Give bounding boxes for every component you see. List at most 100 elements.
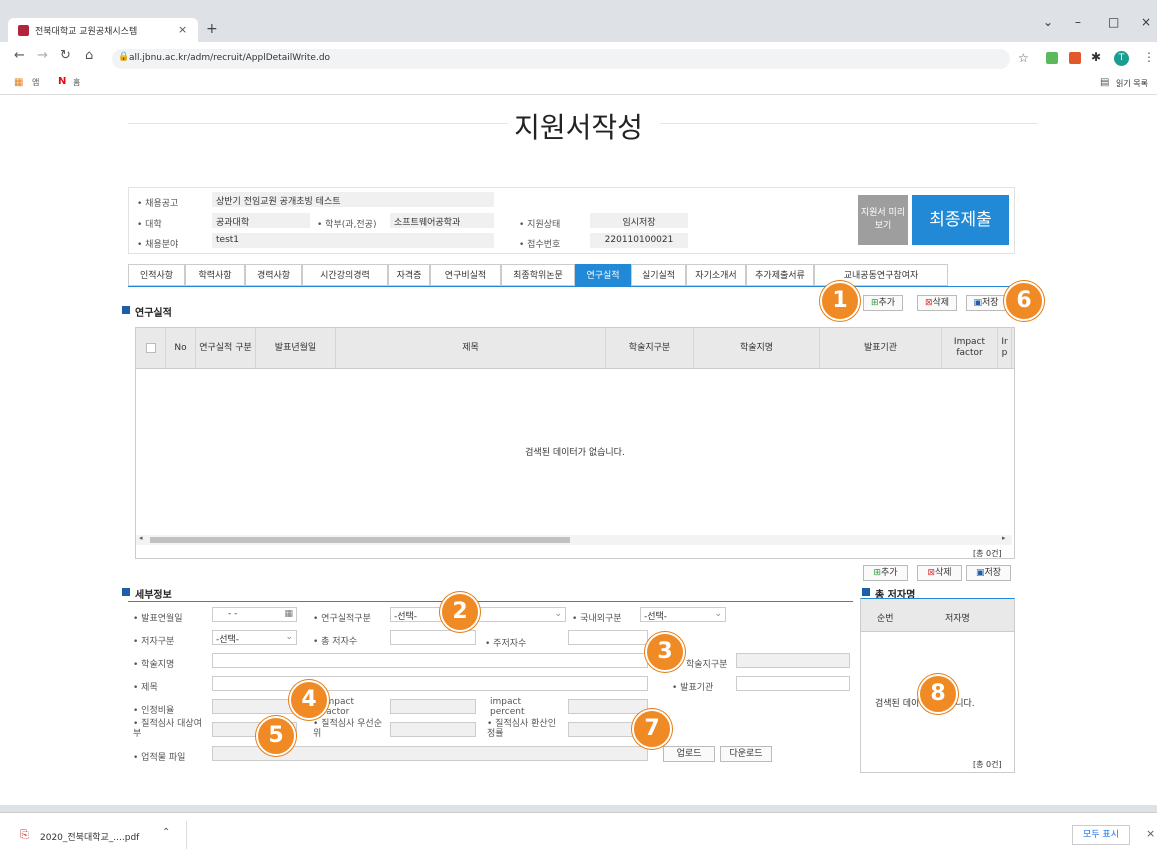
download-divider (186, 821, 187, 849)
callout-badge: 5 (256, 716, 296, 756)
col-order[interactable]: 순번 (877, 611, 894, 624)
final-submit-button[interactable]: 최종제출 (912, 195, 1009, 245)
notice-value: 상반기 전임교원 공개초빙 테스트 (212, 192, 494, 207)
window-close-icon[interactable]: × (1141, 15, 1151, 29)
scroll-right-icon[interactable]: ▸ (1002, 534, 1006, 542)
chevron-down-icon: ⌄ (285, 632, 293, 642)
tab-self-intro[interactable]: 자기소개서 (686, 264, 746, 286)
col-no[interactable]: No (166, 328, 196, 368)
preview-button[interactable]: 지원서 미리보기 (858, 195, 908, 245)
tab-personal[interactable]: 인적사항 (128, 264, 185, 286)
callout-badge: 3 (645, 632, 685, 672)
bookmark-item[interactable]: 홈 (73, 77, 80, 88)
impact-percent-input[interactable] (568, 699, 648, 714)
new-tab-button[interactable]: + (206, 21, 218, 37)
section-square-icon (122, 306, 130, 314)
browser-tabstrip: 전북대학교 교원공채시스템 × + ⌄ – □ × (0, 0, 1157, 42)
extension-icon[interactable] (1069, 52, 1081, 64)
show-all-downloads-button[interactable]: 모두 표시 (1072, 825, 1130, 845)
tab-career[interactable]: 경력사항 (245, 264, 302, 286)
browser-tab[interactable]: 전북대학교 교원공채시스템 × (8, 18, 198, 42)
puzzle-icon[interactable]: ✱ (1091, 50, 1101, 64)
pub-org-input[interactable] (736, 676, 850, 691)
receipt-label: • 접수번호 (519, 240, 561, 250)
title-input[interactable] (212, 676, 648, 691)
calendar-icon[interactable]: ▦ (284, 609, 293, 619)
author-add-button[interactable]: ⊞추가 (863, 565, 908, 581)
grid-horizontal-scrollbar[interactable]: ◂ ▸ (136, 534, 1012, 545)
minimize-icon[interactable]: – (1075, 15, 1081, 29)
ratio-input[interactable] (212, 699, 297, 714)
col-impact-factor[interactable]: Impact factor (942, 328, 998, 368)
author-type-select[interactable]: -선택- ⌄ (212, 630, 297, 645)
col-journal-name[interactable]: 학술지명 (694, 328, 820, 368)
category-label: • 연구실적구분 (313, 614, 371, 624)
research-grid: No 연구실적 구분 발표년월일 제목 학술지구분 학술지명 발표기관 Impa… (135, 327, 1015, 559)
author-delete-button[interactable]: ⊠삭제 (917, 565, 962, 581)
select-all-checkbox[interactable] (136, 328, 166, 368)
col-impact-percent[interactable]: Ir p (998, 328, 1012, 368)
journal-name-input[interactable] (212, 653, 648, 668)
download-bar: ⎘ 2020_전북대학교_....pdf ⌃ 모두 표시 × (0, 812, 1157, 858)
col-category[interactable]: 연구실적 구분 (196, 328, 256, 368)
tab-education[interactable]: 학력사항 (185, 264, 245, 286)
col-author-name[interactable]: 저자명 (945, 611, 970, 624)
tab-grant[interactable]: 연구비실적 (430, 264, 501, 286)
journal-type-input[interactable] (736, 653, 850, 668)
col-pub-org[interactable]: 발표기관 (820, 328, 942, 368)
back-icon[interactable]: ← (14, 48, 25, 63)
extension-icon[interactable] (1046, 52, 1058, 64)
download-file-name[interactable]: 2020_전북대학교_....pdf (40, 830, 139, 843)
tab-license[interactable]: 자격증 (388, 264, 430, 286)
journal-type-label: 학술지구분 (686, 660, 728, 670)
pub-date-input[interactable]: - - ▦ (212, 607, 297, 622)
forward-icon[interactable]: → (37, 48, 48, 63)
tab-search-icon[interactable]: ⌄ (1043, 15, 1053, 29)
download-button[interactable]: 다운로드 (720, 746, 772, 762)
tab-thesis[interactable]: 최종학위논문 (501, 264, 575, 286)
domestic-select[interactable]: -선택- ⌄ (640, 607, 726, 622)
col-journal-type[interactable]: 학술지구분 (606, 328, 694, 368)
status-label: • 지원상태 (519, 220, 561, 230)
tab-additional-docs[interactable]: 추가제출서류 (746, 264, 814, 286)
research-section-title: 연구실적 (135, 308, 172, 319)
upload-button[interactable]: 업로드 (663, 746, 715, 762)
col-pub-date[interactable]: 발표년월일 (256, 328, 336, 368)
pub-date-label: • 발표연월일 (133, 614, 183, 624)
add-icon: ⊞ (873, 568, 881, 578)
research-delete-button[interactable]: ⊠삭제 (917, 295, 957, 311)
reading-list-icon[interactable]: ▤ (1100, 77, 1109, 88)
reload-icon[interactable]: ↻ (60, 48, 71, 63)
tab-lecture[interactable]: 시간강의경력 (302, 264, 388, 286)
maximize-icon[interactable]: □ (1108, 15, 1119, 29)
home-icon[interactable]: ⌂ (85, 48, 93, 63)
research-save-button[interactable]: ▣저장 (966, 295, 1006, 311)
author-save-button[interactable]: ▣저장 (966, 565, 1011, 581)
tab-research[interactable]: 연구실적 (575, 264, 631, 286)
grid-header: No 연구실적 구분 발표년월일 제목 학술지구분 학술지명 발표기관 Impa… (136, 328, 1014, 369)
tab-close-icon[interactable]: × (178, 23, 187, 36)
college-value: 공과대학 (212, 213, 310, 228)
reading-list-label[interactable]: 읽기 목록 (1116, 78, 1148, 89)
research-add-button[interactable]: ⊞추가 (863, 295, 903, 311)
bookmark-star-icon[interactable]: ☆ (1018, 51, 1029, 65)
impact-factor-input[interactable] (390, 699, 476, 714)
scroll-thumb[interactable] (150, 537, 570, 543)
main-authors-input[interactable] (568, 630, 648, 645)
bookmark-item[interactable]: 앱 (32, 77, 39, 88)
total-authors-input[interactable] (390, 630, 476, 645)
review-priority-input[interactable] (390, 722, 476, 737)
status-value: 임시저장 (590, 213, 688, 228)
col-title[interactable]: 제목 (336, 328, 606, 368)
profile-avatar[interactable]: T (1114, 51, 1129, 66)
dept-label: • 학부(과,전공) (317, 220, 377, 230)
chevron-up-icon[interactable]: ⌃ (162, 827, 170, 838)
menu-icon[interactable]: ⋮ (1143, 50, 1155, 64)
tab-practical[interactable]: 실기실적 (631, 264, 686, 286)
apps-icon[interactable]: ▦ (14, 77, 23, 88)
scroll-left-icon[interactable]: ◂ (139, 534, 143, 542)
netflix-icon[interactable]: N (58, 76, 66, 87)
close-download-bar-icon[interactable]: × (1146, 827, 1155, 840)
journal-name-label: • 학술지명 (133, 660, 175, 670)
address-bar[interactable]: 🔒 all.jbnu.ac.kr/adm/recruit/ApplDetailW… (112, 49, 1010, 69)
